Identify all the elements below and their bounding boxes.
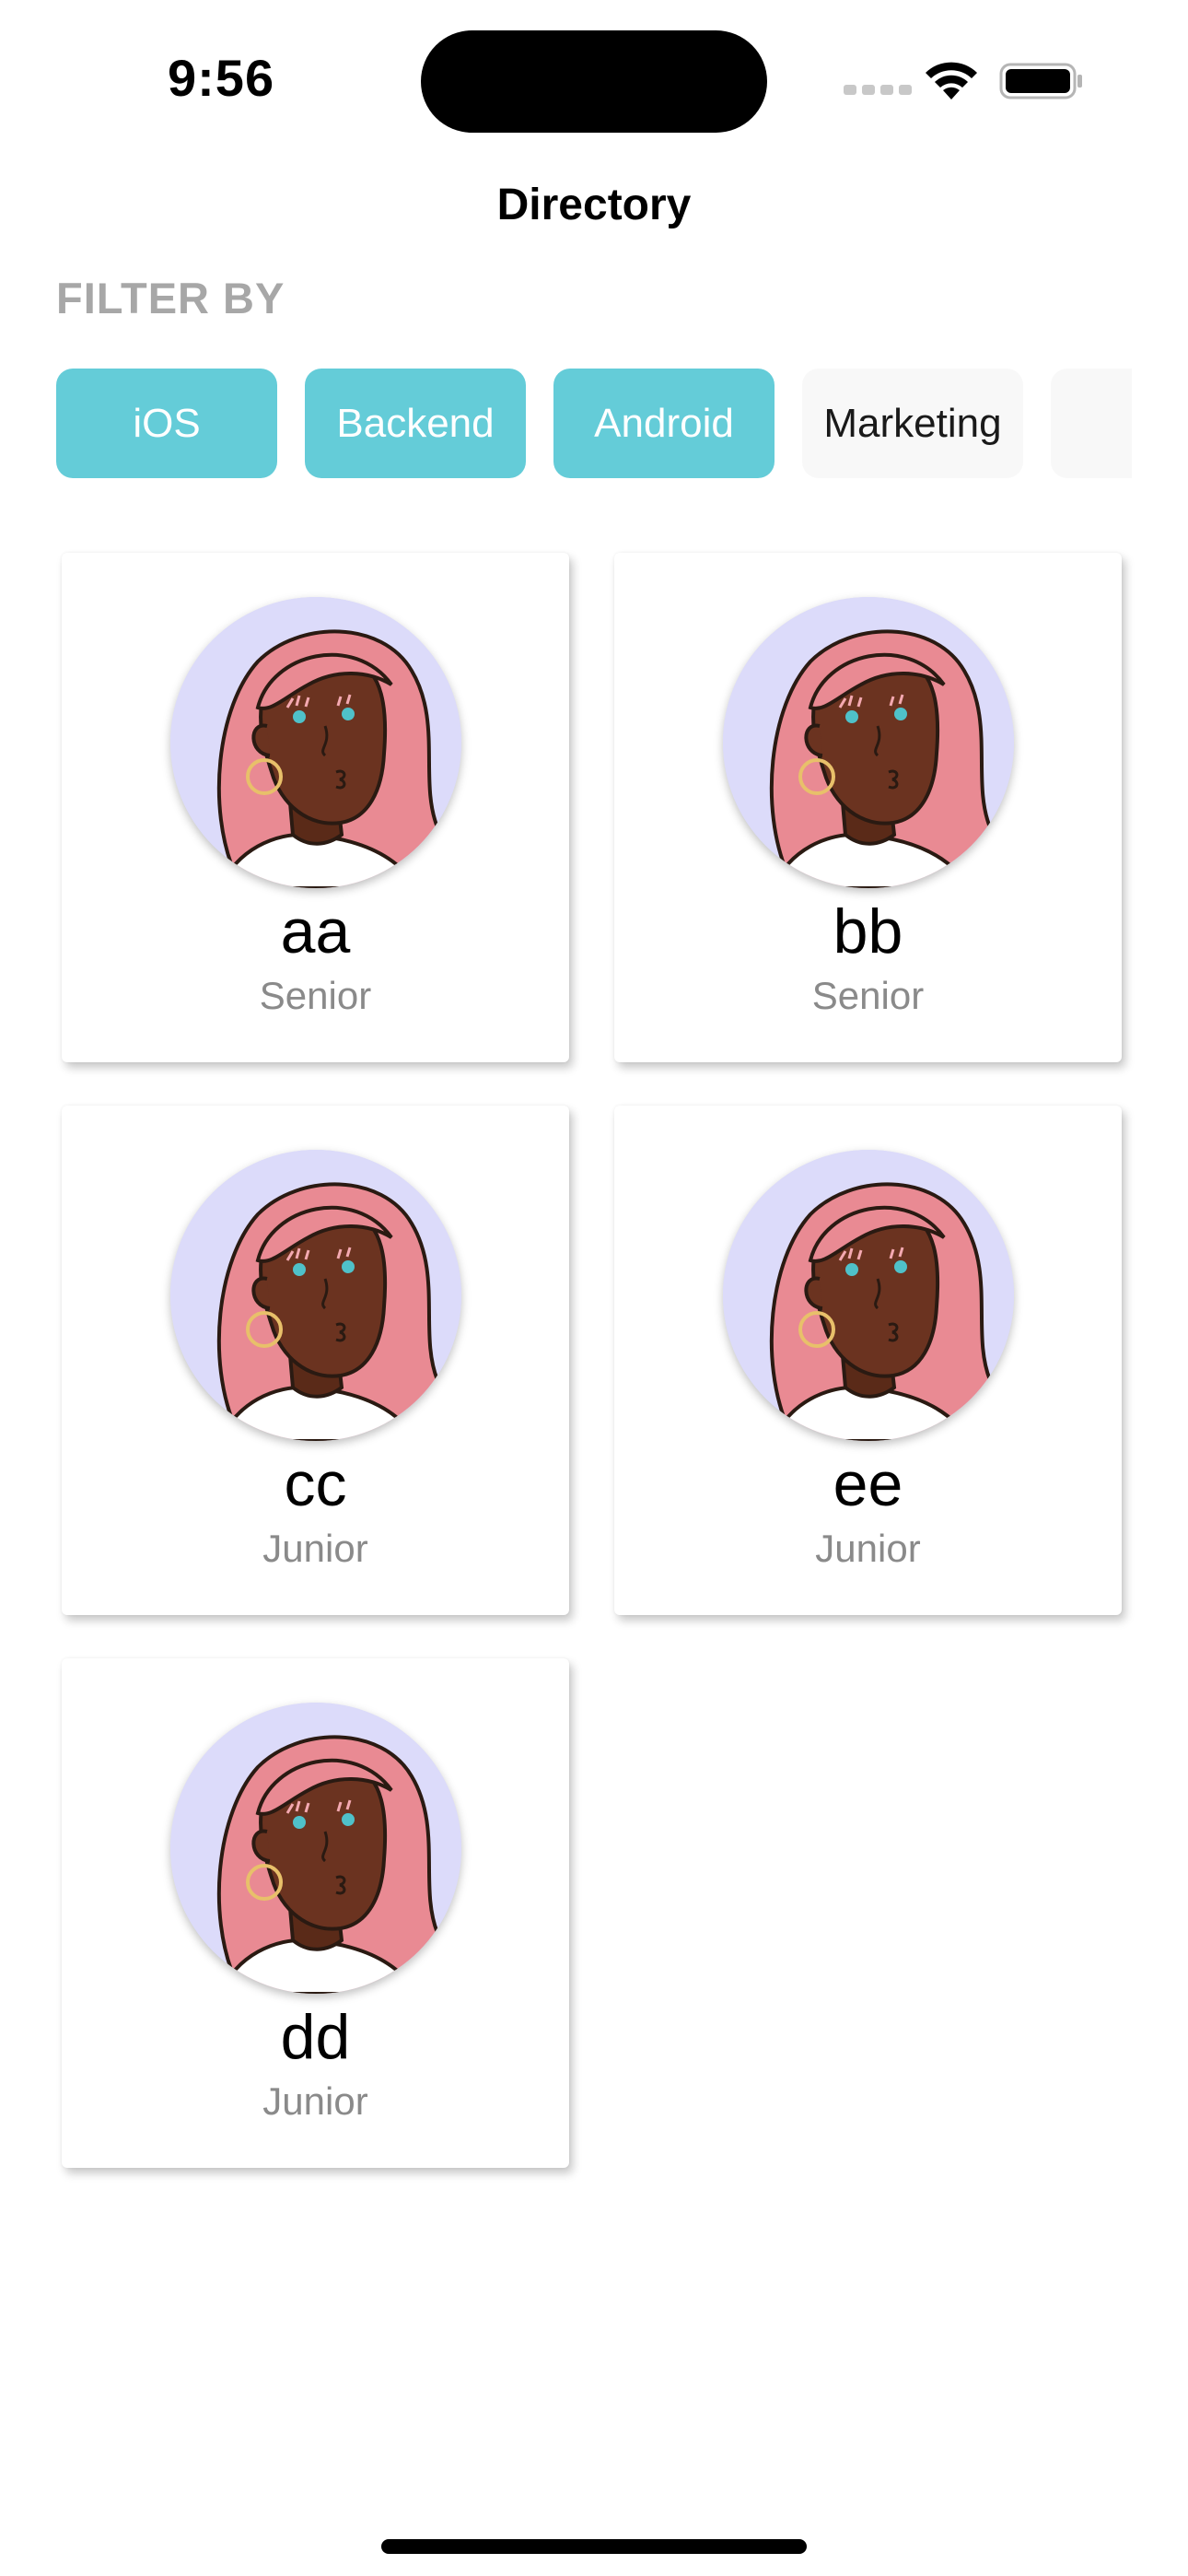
person-name: cc [284, 1449, 347, 1519]
avatar [723, 597, 1014, 888]
filter-chip-marketing[interactable]: Marketing [802, 369, 1023, 478]
avatar [170, 1150, 461, 1441]
avatar [723, 1150, 1014, 1441]
person-name: dd [280, 2002, 351, 2072]
cellular-signal-icon [844, 85, 912, 95]
status-time: 9:56 [168, 49, 275, 107]
filter-chip-android[interactable]: Android [553, 369, 775, 478]
person-name: ee [833, 1449, 903, 1519]
person-card[interactable]: ee Junior [614, 1106, 1122, 1615]
wifi-icon [926, 62, 977, 100]
filter-chip-de[interactable]: De [1051, 369, 1132, 478]
person-level: Senior [259, 974, 372, 1017]
person-level: Junior [815, 1527, 921, 1570]
avatar [170, 597, 461, 888]
home-indicator[interactable] [381, 2539, 807, 2554]
filter-chip-backend[interactable]: Backend [305, 369, 526, 478]
battery-icon [999, 63, 1082, 100]
page-title: Directory [496, 181, 692, 229]
person-card[interactable]: aa Senior [62, 553, 569, 1062]
person-card[interactable]: bb Senior [614, 553, 1122, 1062]
avatar [170, 1703, 461, 1994]
person-level: Senior [811, 974, 925, 1017]
dynamic-island [421, 30, 767, 133]
person-name: aa [280, 896, 351, 966]
person-card[interactable]: cc Junior [62, 1106, 569, 1615]
filter-by-label: FILTER BY [56, 274, 285, 322]
status-bar: 9:56 [0, 0, 1188, 147]
filter-chip-scroller[interactable]: iOS Backend Android Marketing De [56, 369, 1132, 479]
person-level: Junior [262, 2079, 368, 2123]
person-name: bb [833, 896, 903, 966]
filter-chip-ios[interactable]: iOS [56, 369, 277, 478]
person-card[interactable]: dd Junior [62, 1658, 569, 2168]
person-level: Junior [262, 1527, 368, 1570]
